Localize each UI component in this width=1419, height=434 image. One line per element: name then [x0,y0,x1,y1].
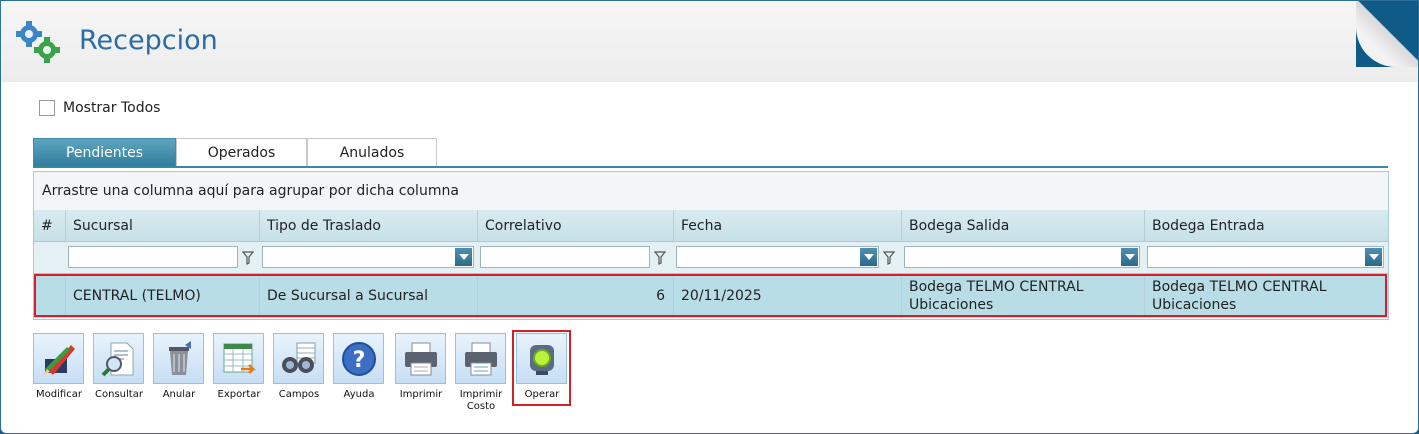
tab-bar: Pendientes Operados Anulados [33,138,437,167]
filter-tipo-traslado-select[interactable] [262,246,474,268]
operar-button-highlight [512,330,571,406]
tab-underline [33,166,1388,168]
page-title: Recepcion [79,25,218,56]
ayuda-label: Ayuda [343,389,375,400]
show-all-option[interactable]: Mostrar Todos [39,100,160,116]
filter-funnel-icon[interactable] [883,251,895,265]
filter-bodega-entrada-select[interactable] [1147,246,1384,268]
ayuda-button[interactable]: ? Ayuda [332,332,386,402]
imprimir-costo-label-line-1: Imprimir [459,389,503,400]
anular-label: Anular [162,389,196,400]
column-header-fecha[interactable]: Fecha [674,210,902,241]
imprimir-costo-label: Imprimir Costo [448,389,514,413]
modificar-label: Modificar [36,389,82,400]
exportar-label: Exportar [217,389,261,400]
grid-header-row: # Sucursal Tipo de Traslado Correlativo … [34,210,1388,242]
gears-logo-icon [16,21,60,63]
column-header-bodega-salida[interactable]: Bodega Salida [902,210,1145,241]
page-header: Recepcion [1,1,1418,82]
imprimir-label: Imprimir [399,389,443,400]
show-all-checkbox[interactable] [39,100,55,116]
binoculars-icon [281,342,315,373]
imprimir-button[interactable]: Imprimir [394,332,448,402]
spreadsheet-export-icon [223,343,256,374]
help-icon: ? [341,341,376,376]
column-header-correlativo[interactable]: Correlativo [478,210,674,241]
group-by-hint: Arrastre una columna aquí para agrupar p… [42,183,459,199]
modificar-button[interactable]: Modificar [32,332,86,402]
filter-fecha-select[interactable] [676,246,879,268]
imprimir-costo-label-line-2: Costo [466,401,496,412]
consultar-label: Consultar [95,389,143,400]
chevron-down-icon[interactable] [455,248,472,266]
column-header-sucursal[interactable]: Sucursal [66,210,260,241]
trash-can-icon [168,340,191,375]
imprimir-costo-button[interactable]: Imprimir Costo [454,332,508,412]
show-all-label[interactable]: Mostrar Todos [63,100,160,116]
window-frame: Recepcion Mostrar Todos Pendientes Opera… [0,0,1419,434]
svg-text:?: ? [352,348,365,373]
chevron-down-icon[interactable] [1365,248,1382,266]
chevron-down-icon[interactable] [860,248,877,266]
consultar-button[interactable]: Consultar [92,332,146,402]
filter-funnel-icon[interactable] [654,251,666,265]
column-header-tipo-traslado[interactable]: Tipo de Traslado [260,210,478,241]
grid-filter-row [34,242,1388,274]
filter-sucursal-input[interactable] [68,246,238,268]
printer-cost-icon [464,342,497,375]
page-curl-decoration [1356,1,1418,67]
tab-pendientes[interactable]: Pendientes [33,138,176,167]
group-by-panel[interactable]: Arrastre una columna aquí para agrupar p… [34,172,1388,211]
column-header-index[interactable]: # [34,210,66,241]
tab-operados[interactable]: Operados [176,138,307,167]
filter-correlativo-input[interactable] [480,246,650,268]
column-header-bodega-entrada[interactable]: Bodega Entrada [1145,210,1388,241]
magnifier-document-icon [101,342,133,376]
printer-icon [404,342,437,375]
campos-button[interactable]: Campos [272,332,326,402]
anular-button[interactable]: Anular [152,332,206,402]
tab-anulados[interactable]: Anulados [307,138,437,167]
exportar-button[interactable]: Exportar [212,332,266,402]
chevron-down-icon[interactable] [1121,248,1138,266]
selected-row-highlight [34,274,1387,317]
filter-funnel-icon[interactable] [242,251,254,265]
campos-label: Campos [278,389,320,400]
edit-pencils-icon [42,344,75,375]
filter-bodega-salida-select[interactable] [904,246,1140,268]
